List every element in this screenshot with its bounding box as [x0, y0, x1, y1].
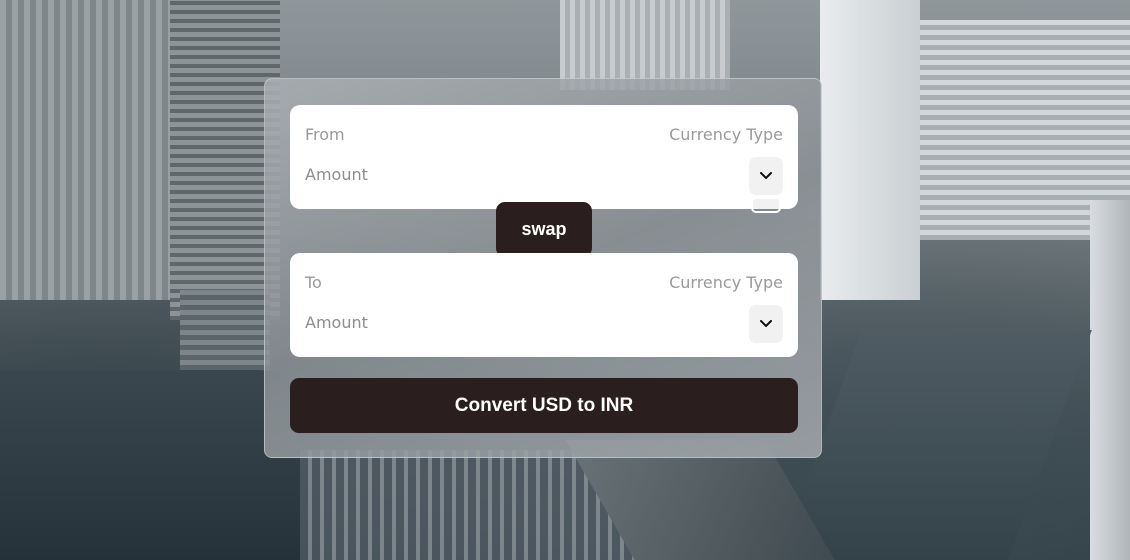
background-city-image: From Currency Type swap To Currency Type… [0, 0, 1130, 560]
swap-button[interactable]: swap [496, 202, 592, 257]
from-currency-type-label: Currency Type [669, 125, 783, 144]
from-field-group: From Currency Type [290, 105, 798, 213]
chevron-down-icon [760, 172, 772, 179]
to-field-group: To Currency Type [290, 253, 798, 357]
building [1090, 200, 1130, 560]
from-amount-input[interactable] [305, 165, 605, 184]
water [778, 330, 1092, 560]
from-currency-select[interactable] [749, 157, 783, 195]
to-label: To [305, 273, 322, 292]
to-amount-input[interactable] [305, 313, 605, 332]
building [560, 0, 730, 90]
convert-button[interactable]: Convert USD to INR [290, 378, 798, 433]
building [820, 0, 920, 300]
building [0, 0, 180, 300]
from-currency-dropdown-outline [751, 197, 781, 213]
chevron-down-icon [760, 320, 772, 327]
to-currency-select[interactable] [749, 305, 783, 343]
from-label: From [305, 125, 345, 144]
to-currency-type-label: Currency Type [669, 273, 783, 292]
currency-converter-card: From Currency Type swap To Currency Type… [264, 78, 822, 458]
